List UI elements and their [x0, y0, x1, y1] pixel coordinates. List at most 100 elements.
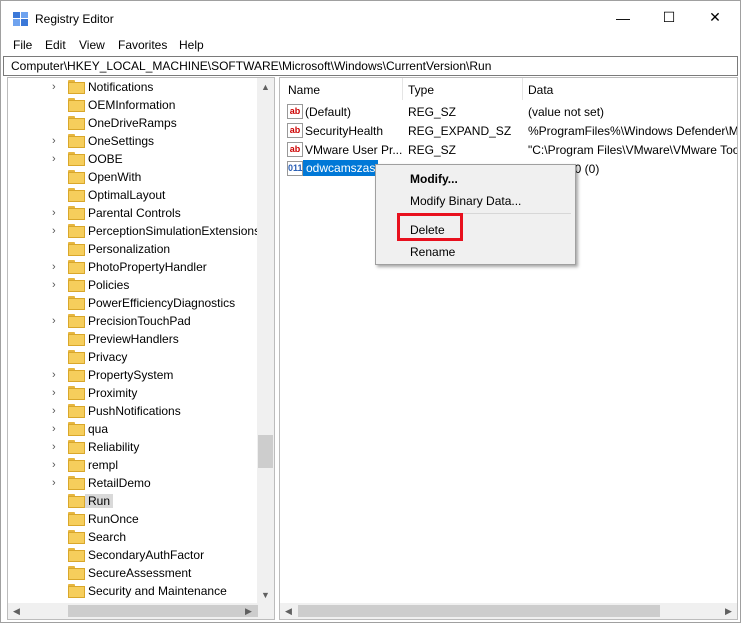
menu-view[interactable]: View — [79, 38, 105, 52]
chevron-right-icon[interactable]: › — [52, 368, 62, 382]
folder-icon — [68, 278, 85, 292]
menu-favorites[interactable]: Favorites — [118, 38, 167, 52]
tree-vertical-scrollbar[interactable] — [257, 78, 274, 603]
tree-item-label: PropertySystem — [88, 368, 174, 382]
scroll-left-icon[interactable]: ◀ — [280, 603, 297, 619]
value-name: (Default) — [305, 105, 352, 119]
tree-item[interactable]: › PhotoPropertyHandler — [8, 258, 258, 276]
tree-item[interactable]: Privacy — [8, 348, 258, 366]
menu-file[interactable]: File — [13, 38, 32, 52]
scroll-left-icon[interactable]: ◀ — [8, 603, 25, 619]
tree-item-label: SecondaryAuthFactor — [88, 548, 205, 562]
context-menu-rename[interactable]: Rename — [410, 245, 455, 259]
close-button[interactable]: ✕ — [692, 1, 738, 34]
chevron-right-icon[interactable]: › — [52, 314, 62, 328]
registry-value-row[interactable]: ab SecurityHealth REG_EXPAND_SZ %ProgramFil… — [280, 121, 737, 140]
tree-item[interactable]: PowerEfficiencyDiagnostics — [8, 294, 258, 312]
chevron-right-icon[interactable]: › — [52, 80, 62, 94]
tree-item[interactable]: SecondaryAuthFactor — [8, 546, 258, 564]
column-header-data[interactable]: Data — [528, 83, 553, 97]
values-list-pane[interactable]: Name Type Data ab (Default) REG_SZ (value n… — [279, 77, 738, 620]
tree-item[interactable]: › PerceptionSimulationExtensions — [8, 222, 261, 240]
tree-item[interactable]: Search — [8, 528, 258, 546]
address-bar[interactable]: Computer\HKEY_LOCAL_MACHINE\SOFTWARE\Mic… — [3, 56, 738, 76]
title-bar[interactable]: Registry Editor — ☐ ✕ — [1, 1, 740, 34]
tree-item[interactable]: RunOnce — [8, 510, 258, 528]
tree-item[interactable]: › rempl — [8, 456, 258, 474]
tree-item-label: PhotoPropertyHandler — [88, 260, 207, 274]
folder-icon — [68, 188, 85, 202]
tree-item[interactable]: OpenWith — [8, 168, 258, 186]
context-menu-modify[interactable]: Modify... — [410, 172, 458, 186]
list-horizontal-scroll-thumb[interactable] — [298, 605, 660, 617]
tree-item[interactable]: OneDriveRamps — [8, 114, 258, 132]
tree-item[interactable]: SecureAssessment — [8, 564, 258, 582]
column-divider[interactable] — [402, 78, 403, 100]
minimize-button[interactable]: — — [600, 1, 646, 34]
tree-horizontal-scroll-thumb[interactable] — [68, 605, 258, 617]
tree-item[interactable]: › Policies — [8, 276, 258, 294]
registry-value-row[interactable]: ab VMware User Pr... REG_SZ "C:\Program Fil… — [280, 140, 737, 159]
maximize-icon: ☐ — [662, 9, 676, 25]
chevron-right-icon[interactable]: › — [52, 260, 62, 274]
tree-item[interactable]: OEMInformation — [8, 96, 258, 114]
tree-item[interactable]: › Notifications — [8, 78, 258, 96]
chevron-right-icon[interactable]: › — [52, 422, 62, 436]
folder-icon — [68, 152, 85, 166]
column-divider[interactable] — [522, 78, 523, 100]
registry-value-row[interactable]: ab (Default) REG_SZ (value not set) — [280, 102, 737, 121]
tree-item[interactable]: › PushNotifications — [8, 402, 258, 420]
chevron-right-icon[interactable]: › — [52, 152, 62, 166]
folder-icon — [68, 296, 85, 310]
tree-item[interactable]: › PropertySystem — [8, 366, 258, 384]
folder-icon — [68, 494, 85, 508]
tree-item[interactable]: › Parental Controls — [8, 204, 258, 222]
tree-item[interactable]: › qua — [8, 420, 258, 438]
chevron-right-icon[interactable]: › — [52, 476, 62, 490]
tree-item-label: PerceptionSimulationExtensions — [88, 224, 261, 238]
tree-item-label: SecureAssessment — [88, 566, 192, 580]
value-name: VMware User Pr... — [305, 143, 403, 157]
scroll-right-icon[interactable]: ▶ — [240, 603, 257, 619]
menu-help[interactable]: Help — [179, 38, 204, 52]
tree-item-label: OpenWith — [88, 170, 142, 184]
maximize-button[interactable]: ☐ — [646, 1, 692, 34]
column-header-name[interactable]: Name — [288, 83, 320, 97]
tree-item[interactable]: Security and Maintenance — [8, 582, 258, 600]
chevron-right-icon[interactable]: › — [52, 134, 62, 148]
menu-edit[interactable]: Edit — [45, 38, 66, 52]
scroll-down-icon[interactable]: ▼ — [257, 586, 274, 603]
string-value-icon: ab — [287, 142, 303, 157]
column-header-type[interactable]: Type — [408, 83, 434, 97]
tree-item[interactable]: OptimalLayout — [8, 186, 258, 204]
chevron-right-icon[interactable]: › — [52, 206, 62, 220]
tree-item[interactable]: › Reliability — [8, 438, 258, 456]
tree-item-label: Policies — [88, 278, 130, 292]
tree-item[interactable]: PreviewHandlers — [8, 330, 258, 348]
chevron-right-icon[interactable]: › — [52, 404, 62, 418]
chevron-right-icon[interactable]: › — [52, 278, 62, 292]
tree-item[interactable]: › OneSettings — [8, 132, 258, 150]
tree-item[interactable]: Run — [8, 492, 258, 510]
folder-icon — [68, 584, 85, 598]
chevron-right-icon[interactable]: › — [52, 386, 62, 400]
key-tree-pane[interactable]: › Notifications OEMInformation OneDriveRamp… — [7, 77, 275, 620]
chevron-right-icon[interactable]: › — [52, 458, 62, 472]
tree-vertical-scroll-thumb[interactable] — [258, 435, 273, 468]
scroll-right-icon[interactable]: ▶ — [720, 603, 737, 619]
tree-item[interactable]: Personalization — [8, 240, 258, 258]
chevron-right-icon[interactable]: › — [52, 224, 62, 238]
tree-item-label: OOBE — [88, 152, 123, 166]
folder-icon — [68, 242, 85, 256]
chevron-right-icon[interactable]: › — [52, 440, 62, 454]
scroll-up-icon[interactable]: ▲ — [257, 78, 274, 95]
context-menu-modify-binary[interactable]: Modify Binary Data... — [410, 194, 521, 208]
tree-item[interactable]: › RetailDemo — [8, 474, 258, 492]
binary-value-icon: 011 — [287, 161, 303, 176]
folder-icon — [68, 80, 85, 94]
tree-item[interactable]: › Proximity — [8, 384, 258, 402]
string-value-icon: ab — [287, 104, 303, 119]
folder-icon — [68, 422, 85, 436]
tree-item[interactable]: › OOBE — [8, 150, 258, 168]
tree-item[interactable]: › PrecisionTouchPad — [8, 312, 258, 330]
